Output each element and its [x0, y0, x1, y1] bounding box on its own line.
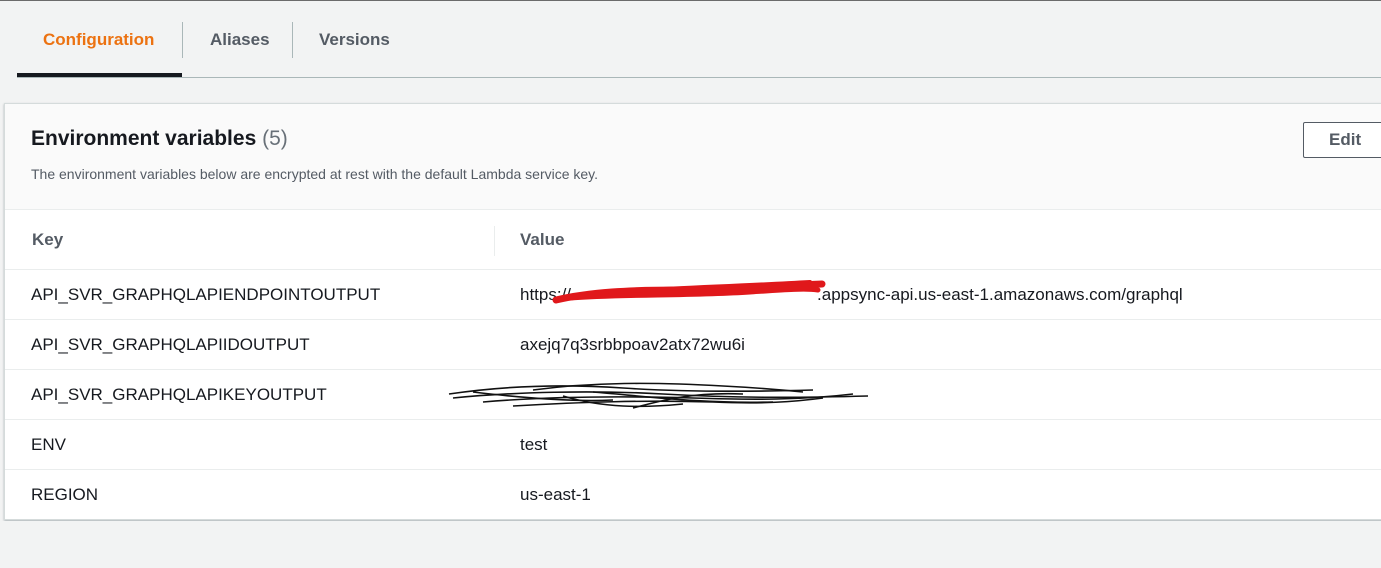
variable-key: API_SVR_GRAPHQLAPIKEYOUTPUT [31, 385, 327, 404]
variable-key: API_SVR_GRAPHQLAPIENDPOINTOUTPUT [31, 285, 381, 304]
table-row: API_SVR_GRAPHQLAPIENDPOINTOUTPUT https:/… [5, 270, 1381, 320]
variable-key: REGION [31, 485, 99, 504]
environment-variables-table: Key Value API_SVR_GRAPHQLAPIENDPOINTOUTP… [5, 210, 1381, 520]
tab-versions[interactable]: Versions [319, 22, 390, 57]
panel-description: The environment variables below are encr… [31, 166, 599, 182]
tab-divider [292, 22, 293, 58]
table-row: ENV test [5, 420, 1381, 470]
edit-button[interactable]: Edit [1303, 122, 1381, 158]
column-header-key: Key [32, 230, 64, 249]
page-background-footer [0, 521, 1381, 568]
variable-key: API_SVR_GRAPHQLAPIIDOUTPUT [31, 335, 310, 354]
table-header-row: Key Value [5, 210, 1381, 270]
table-row: API_SVR_GRAPHQLAPIKEYOUTPUT [5, 370, 1381, 420]
environment-variables-panel: Environment variables (5) The environmen… [4, 103, 1381, 520]
value-suffix: .appsync-api.us-east-1.amazonaws.com/gra… [817, 285, 1183, 304]
panel-title-text: Environment variables [31, 127, 257, 150]
column-divider [494, 226, 495, 256]
variable-value: axejq7q3srbbpoav2atx72wu6i [520, 335, 745, 354]
value-prefix: https:// [520, 285, 572, 304]
variable-value: test [520, 435, 548, 454]
black-redaction-scribble [448, 382, 869, 409]
tab-bar: Configuration Aliases Versions [17, 0, 1381, 78]
table-row: API_SVR_GRAPHQLAPIIDOUTPUT axejq7q3srbbp… [5, 320, 1381, 370]
panel-title: Environment variables (5) [31, 127, 288, 151]
variable-count: (5) [262, 127, 288, 150]
column-header-value: Value [520, 230, 565, 249]
table-row: REGION us-east-1 [5, 470, 1381, 520]
tab-configuration[interactable]: Configuration [43, 22, 154, 57]
panel-header: Environment variables (5) The environmen… [5, 104, 1381, 210]
variable-value: https:// .appsync-api.us-east-1.amazonaws… [520, 270, 1183, 320]
tab-aliases[interactable]: Aliases [210, 22, 270, 57]
active-tab-indicator [17, 73, 182, 77]
variable-value: us-east-1 [520, 485, 591, 504]
variable-key: ENV [31, 435, 66, 454]
tab-divider [182, 22, 183, 58]
